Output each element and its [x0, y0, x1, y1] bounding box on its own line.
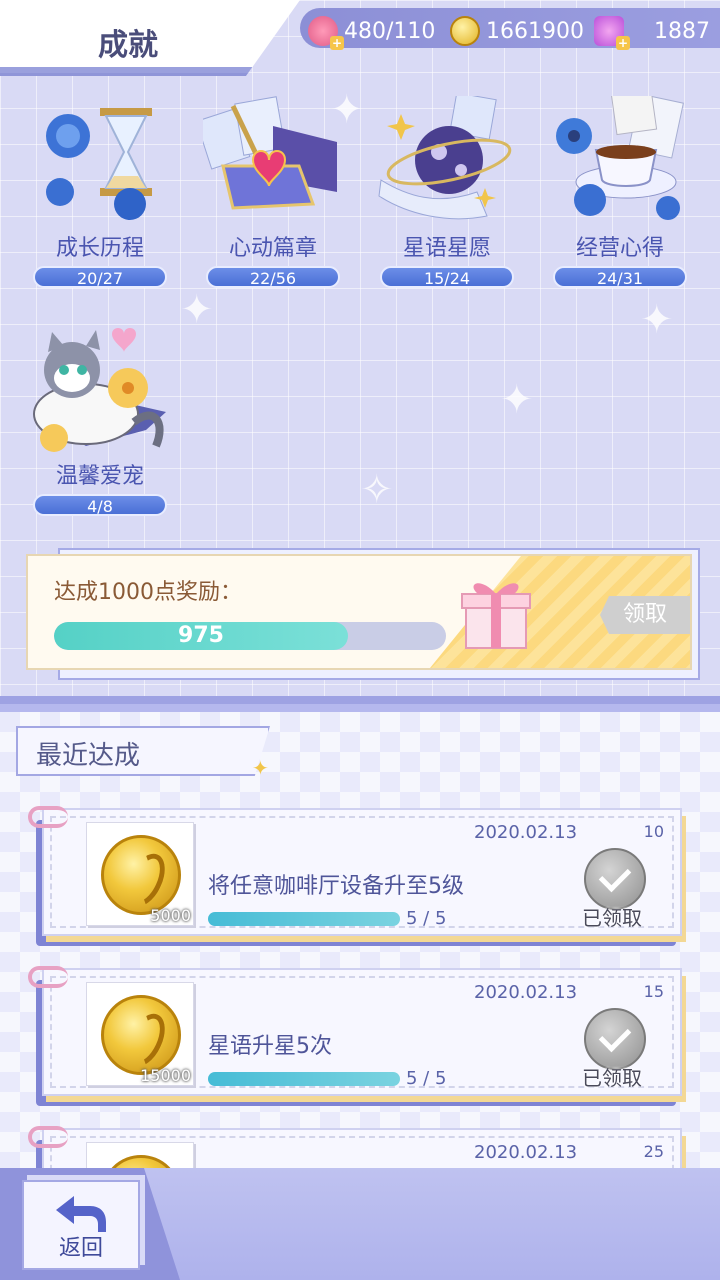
achievement-progress-text: 5 / 5	[406, 1068, 447, 1089]
achievement-progress-bar	[208, 1072, 400, 1086]
category-star[interactable]: 星语星愿 15/24	[377, 92, 517, 288]
cake-icon: +	[308, 16, 344, 50]
recent-title: 最近达成	[36, 741, 141, 771]
achievement-date: 2020.02.13	[474, 1142, 578, 1163]
achievement-date: 2020.02.13	[474, 982, 578, 1003]
claimed-check-icon	[584, 848, 646, 910]
sparkle-icon: ✦	[500, 377, 534, 423]
paperclip-icon	[28, 1126, 68, 1148]
achievement-progress-bar	[208, 912, 400, 926]
achievement-points: 25	[643, 1142, 664, 1161]
category-business[interactable]: 经营心得 24/31	[550, 88, 690, 288]
category-pet[interactable]: 温馨爱宠 4/8	[30, 326, 170, 516]
claimed-status: 已领取	[582, 906, 642, 930]
achievement-date: 2020.02.13	[474, 822, 578, 843]
reward-thumbnail: 5000	[86, 822, 194, 926]
achievement-progress-text: 5 / 5	[406, 908, 447, 929]
achievement-name: 将任意咖啡厅设备升至5级	[208, 874, 464, 899]
gift-icon	[460, 572, 532, 650]
page-title: 成就	[98, 28, 158, 63]
reward-title: 达成1000点奖励：	[54, 580, 242, 605]
sparkle-icon: ✧	[360, 467, 394, 513]
teacup-flower-icon	[550, 88, 690, 226]
paperclip-icon	[28, 806, 68, 828]
achievement-card: 2020.02.13 25	[42, 1128, 682, 1172]
cat-icon	[30, 326, 170, 476]
reward-progress-bar: 975	[54, 622, 446, 650]
reward-progress-value: 975	[178, 623, 224, 648]
category-progress: 24/31	[553, 266, 687, 288]
achievement-progress-fill	[208, 1072, 400, 1086]
achievement-points: 15	[643, 982, 664, 1001]
category-heart[interactable]: 心动篇章 22/56	[195, 96, 343, 288]
header: 成就 + 480/110 1661900 + 1887	[0, 0, 720, 78]
category-label: 星语星愿	[402, 236, 491, 261]
achievement-points: 10	[643, 822, 664, 841]
paperclip-icon	[28, 966, 68, 988]
achievement-card: 5000 2020.02.13 10 将任意咖啡厅设备升至5级 5 / 5 已领…	[42, 808, 682, 936]
back-button[interactable]: 返回	[22, 1180, 140, 1270]
resource-gems[interactable]: + 1887	[594, 16, 710, 50]
category-label: 经营心得	[575, 236, 664, 261]
coin-icon	[450, 16, 480, 46]
category-progress: 4/8	[33, 494, 167, 516]
stamina-value: 480/110	[344, 18, 436, 44]
category-label: 心动篇章	[228, 236, 317, 261]
reward-count: 5000	[150, 906, 191, 925]
resource-stamina[interactable]: + 480/110	[308, 16, 436, 50]
category-label: 成长历程	[55, 236, 144, 261]
claim-reward-button[interactable]: 领取	[600, 596, 690, 634]
star-globe-icon	[377, 92, 517, 226]
recent-list[interactable]: 5000 2020.02.13 10 将任意咖啡厅设备升至5级 5 / 5 已领…	[0, 712, 720, 1172]
list-item: 15000 2020.02.13 15 星语升星5次 5 / 5 已领取	[28, 966, 686, 1108]
achievement-progress-fill	[208, 912, 400, 926]
claimed-status: 已领取	[582, 1066, 642, 1090]
gold-value: 1661900	[486, 18, 584, 44]
reward-count: 15000	[140, 1066, 191, 1085]
claimed-check-icon	[584, 1008, 646, 1070]
achievement-name: 星语升星5次	[208, 1034, 332, 1059]
gems-value: 1887	[654, 18, 710, 44]
swan-icon: +	[594, 16, 630, 50]
sparkle-icon: ✦	[640, 297, 674, 343]
coin-icon	[101, 835, 181, 915]
resource-gold[interactable]: 1661900	[450, 16, 584, 46]
star-icon: ✦	[252, 756, 269, 780]
reward-card: 达成1000点奖励： 975 领取	[26, 554, 692, 670]
sparkle-icon: ✦	[180, 287, 214, 333]
back-label: 返回	[58, 1236, 103, 1261]
achievement-card: 15000 2020.02.13 15 星语升星5次 5 / 5 已领取	[42, 968, 682, 1096]
list-item: 5000 2020.02.13 10 将任意咖啡厅设备升至5级 5 / 5 已领…	[28, 806, 686, 948]
reward-thumbnail: 15000	[86, 982, 194, 1086]
heart-box-key-icon	[195, 96, 343, 226]
coin-icon	[101, 995, 181, 1075]
category-progress: 20/27	[33, 266, 167, 288]
category-growth[interactable]: 成长历程 20/27	[30, 96, 170, 288]
category-progress: 15/24	[380, 266, 514, 288]
list-item: 2020.02.13 25	[28, 1126, 686, 1172]
resource-bar: + 480/110 1661900 + 1887	[300, 8, 720, 50]
category-progress: 22/56	[206, 266, 340, 288]
back-arrow-icon	[54, 1194, 108, 1234]
hourglass-rose-icon	[30, 96, 170, 226]
